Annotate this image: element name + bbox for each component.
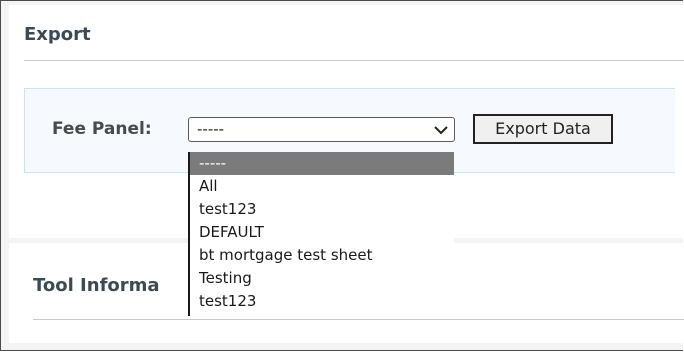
dropdown-option[interactable]: ----- (190, 152, 454, 175)
dropdown-option[interactable]: All (190, 175, 454, 198)
dropdown-option[interactable]: test123 (190, 198, 454, 221)
chevron-down-icon[interactable] (431, 121, 451, 139)
export-data-button[interactable]: Export Data (473, 114, 613, 144)
export-heading: Export (24, 24, 91, 45)
dropdown-option[interactable]: test123 (190, 290, 454, 313)
dropdown-option[interactable]: bt mortgage test sheet (190, 244, 454, 267)
fee-panel-label: Fee Panel: (52, 119, 152, 139)
dropdown-option[interactable]: DEFAULT (190, 221, 454, 244)
fee-panel-dropdown-list[interactable]: ----- All test123 DEFAULT bt mortgage te… (188, 152, 454, 316)
fee-panel-select[interactable]: ----- (188, 117, 455, 142)
divider (24, 60, 684, 61)
fee-panel-selected-value: ----- (197, 120, 225, 138)
divider (33, 319, 684, 320)
tool-information-heading: Tool Informa (33, 275, 160, 296)
dropdown-option[interactable]: Testing (190, 267, 454, 290)
